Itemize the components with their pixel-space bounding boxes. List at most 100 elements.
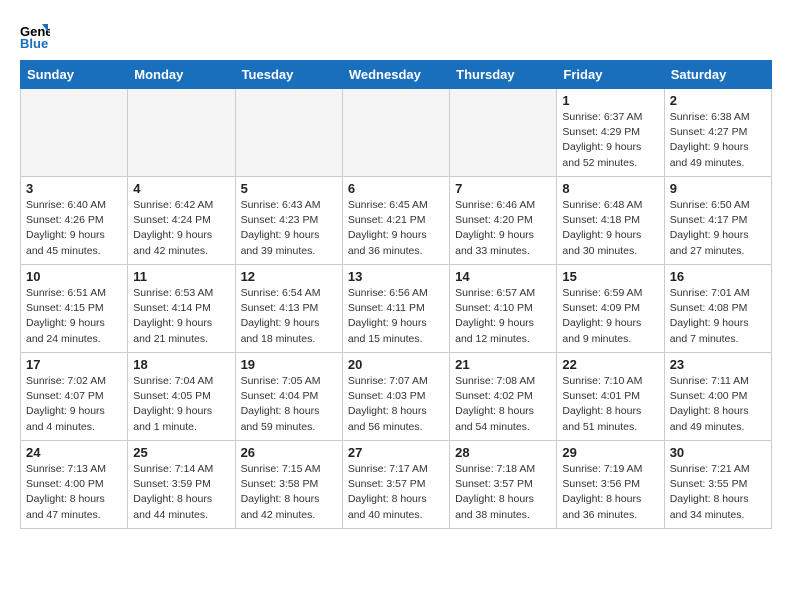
day-number: 13 <box>348 269 444 284</box>
weekday-header-row: SundayMondayTuesdayWednesdayThursdayFrid… <box>21 61 772 89</box>
day-number: 11 <box>133 269 229 284</box>
page-header: General Blue <box>20 20 772 50</box>
day-number: 12 <box>241 269 337 284</box>
calendar-cell: 28 Sunrise: 7:18 AM Sunset: 3:57 PM Dayli… <box>450 441 557 529</box>
calendar-cell: 4 Sunrise: 6:42 AM Sunset: 4:24 PM Daylig… <box>128 177 235 265</box>
calendar-cell: 21 Sunrise: 7:08 AM Sunset: 4:02 PM Dayli… <box>450 353 557 441</box>
day-number: 30 <box>670 445 766 460</box>
day-number: 25 <box>133 445 229 460</box>
day-info: Sunrise: 7:15 AM Sunset: 3:58 PM Dayligh… <box>241 462 337 523</box>
day-info: Sunrise: 6:40 AM Sunset: 4:26 PM Dayligh… <box>26 198 122 259</box>
day-number: 9 <box>670 181 766 196</box>
calendar-cell: 7Sunrise: 6:46 AM Sunset: 4:20 PM Daylig… <box>450 177 557 265</box>
day-number: 10 <box>26 269 122 284</box>
day-info: Sunrise: 6:56 AM Sunset: 4:11 PM Dayligh… <box>348 286 444 347</box>
day-info: Sunrise: 7:04 AM Sunset: 4:05 PM Dayligh… <box>133 374 229 435</box>
weekday-header-tuesday: Tuesday <box>235 61 342 89</box>
day-info: Sunrise: 7:18 AM Sunset: 3:57 PM Dayligh… <box>455 462 551 523</box>
logo-icon: General Blue <box>20 20 50 50</box>
day-info: Sunrise: 6:38 AM Sunset: 4:27 PM Dayligh… <box>670 110 766 171</box>
weekday-header-monday: Monday <box>128 61 235 89</box>
calendar-cell: 30 Sunrise: 7:21 AM Sunset: 3:55 PM Dayli… <box>664 441 771 529</box>
day-info: Sunrise: 7:19 AM Sunset: 3:56 PM Dayligh… <box>562 462 658 523</box>
calendar-cell: 24 Sunrise: 7:13 AM Sunset: 4:00 PM Dayli… <box>21 441 128 529</box>
day-number: 20 <box>348 357 444 372</box>
day-info: Sunrise: 6:42 AM Sunset: 4:24 PM Dayligh… <box>133 198 229 259</box>
day-number: 15 <box>562 269 658 284</box>
day-info: Sunrise: 7:01 AM Sunset: 4:08 PM Dayligh… <box>670 286 766 347</box>
calendar-week-row: 24 Sunrise: 7:13 AM Sunset: 4:00 PM Dayli… <box>21 441 772 529</box>
calendar-cell <box>21 89 128 177</box>
day-info: Sunrise: 7:14 AM Sunset: 3:59 PM Dayligh… <box>133 462 229 523</box>
calendar-week-row: 10 Sunrise: 6:51 AM Sunset: 4:15 PM Dayli… <box>21 265 772 353</box>
day-number: 23 <box>670 357 766 372</box>
day-number: 21 <box>455 357 551 372</box>
day-number: 3 <box>26 181 122 196</box>
calendar-cell: 10 Sunrise: 6:51 AM Sunset: 4:15 PM Dayli… <box>21 265 128 353</box>
calendar-week-row: 17Sunrise: 7:02 AM Sunset: 4:07 PM Dayli… <box>21 353 772 441</box>
day-info: Sunrise: 7:08 AM Sunset: 4:02 PM Dayligh… <box>455 374 551 435</box>
day-number: 16 <box>670 269 766 284</box>
svg-text:Blue: Blue <box>20 36 48 50</box>
day-info: Sunrise: 7:07 AM Sunset: 4:03 PM Dayligh… <box>348 374 444 435</box>
calendar-cell: 3 Sunrise: 6:40 AM Sunset: 4:26 PM Daylig… <box>21 177 128 265</box>
day-info: Sunrise: 6:51 AM Sunset: 4:15 PM Dayligh… <box>26 286 122 347</box>
day-info: Sunrise: 7:21 AM Sunset: 3:55 PM Dayligh… <box>670 462 766 523</box>
calendar-cell: 11 Sunrise: 6:53 AM Sunset: 4:14 PM Dayli… <box>128 265 235 353</box>
day-info: Sunrise: 6:50 AM Sunset: 4:17 PM Dayligh… <box>670 198 766 259</box>
day-number: 5 <box>241 181 337 196</box>
calendar-cell: 12 Sunrise: 6:54 AM Sunset: 4:13 PM Dayli… <box>235 265 342 353</box>
day-info: Sunrise: 6:37 AM Sunset: 4:29 PM Dayligh… <box>562 110 658 171</box>
calendar-cell: 26 Sunrise: 7:15 AM Sunset: 3:58 PM Dayli… <box>235 441 342 529</box>
logo: General Blue <box>20 20 54 50</box>
day-number: 1 <box>562 93 658 108</box>
calendar-cell: 2Sunrise: 6:38 AM Sunset: 4:27 PM Daylig… <box>664 89 771 177</box>
weekday-header-sunday: Sunday <box>21 61 128 89</box>
weekday-header-friday: Friday <box>557 61 664 89</box>
day-info: Sunrise: 7:13 AM Sunset: 4:00 PM Dayligh… <box>26 462 122 523</box>
weekday-header-thursday: Thursday <box>450 61 557 89</box>
day-number: 7 <box>455 181 551 196</box>
day-number: 4 <box>133 181 229 196</box>
calendar-cell <box>450 89 557 177</box>
calendar-week-row: 3 Sunrise: 6:40 AM Sunset: 4:26 PM Daylig… <box>21 177 772 265</box>
calendar-cell: 20 Sunrise: 7:07 AM Sunset: 4:03 PM Dayli… <box>342 353 449 441</box>
day-info: Sunrise: 6:59 AM Sunset: 4:09 PM Dayligh… <box>562 286 658 347</box>
day-number: 19 <box>241 357 337 372</box>
day-info: Sunrise: 6:43 AM Sunset: 4:23 PM Dayligh… <box>241 198 337 259</box>
day-number: 6 <box>348 181 444 196</box>
day-number: 26 <box>241 445 337 460</box>
day-number: 22 <box>562 357 658 372</box>
day-number: 18 <box>133 357 229 372</box>
day-number: 24 <box>26 445 122 460</box>
calendar-cell <box>235 89 342 177</box>
calendar-cell: 25 Sunrise: 7:14 AM Sunset: 3:59 PM Dayli… <box>128 441 235 529</box>
calendar-cell: 17Sunrise: 7:02 AM Sunset: 4:07 PM Dayli… <box>21 353 128 441</box>
calendar-cell: 5 Sunrise: 6:43 AM Sunset: 4:23 PM Daylig… <box>235 177 342 265</box>
calendar-cell: 19 Sunrise: 7:05 AM Sunset: 4:04 PM Dayli… <box>235 353 342 441</box>
calendar-cell: 22Sunrise: 7:10 AM Sunset: 4:01 PM Dayli… <box>557 353 664 441</box>
calendar-cell: 8 Sunrise: 6:48 AM Sunset: 4:18 PM Daylig… <box>557 177 664 265</box>
calendar-cell: 6 Sunrise: 6:45 AM Sunset: 4:21 PM Daylig… <box>342 177 449 265</box>
day-number: 8 <box>562 181 658 196</box>
day-info: Sunrise: 6:54 AM Sunset: 4:13 PM Dayligh… <box>241 286 337 347</box>
calendar-cell: 27 Sunrise: 7:17 AM Sunset: 3:57 PM Dayli… <box>342 441 449 529</box>
day-number: 28 <box>455 445 551 460</box>
calendar-cell: 13 Sunrise: 6:56 AM Sunset: 4:11 PM Dayli… <box>342 265 449 353</box>
day-number: 27 <box>348 445 444 460</box>
day-info: Sunrise: 6:45 AM Sunset: 4:21 PM Dayligh… <box>348 198 444 259</box>
day-info: Sunrise: 7:17 AM Sunset: 3:57 PM Dayligh… <box>348 462 444 523</box>
day-info: Sunrise: 7:02 AM Sunset: 4:07 PM Dayligh… <box>26 374 122 435</box>
calendar-cell: 29 Sunrise: 7:19 AM Sunset: 3:56 PM Dayli… <box>557 441 664 529</box>
calendar-cell <box>342 89 449 177</box>
calendar-cell: 16 Sunrise: 7:01 AM Sunset: 4:08 PM Dayli… <box>664 265 771 353</box>
day-info: Sunrise: 6:48 AM Sunset: 4:18 PM Dayligh… <box>562 198 658 259</box>
calendar-cell <box>128 89 235 177</box>
day-info: Sunrise: 6:53 AM Sunset: 4:14 PM Dayligh… <box>133 286 229 347</box>
calendar-cell: 15 Sunrise: 6:59 AM Sunset: 4:09 PM Dayli… <box>557 265 664 353</box>
day-info: Sunrise: 7:11 AM Sunset: 4:00 PM Dayligh… <box>670 374 766 435</box>
day-number: 29 <box>562 445 658 460</box>
day-info: Sunrise: 7:05 AM Sunset: 4:04 PM Dayligh… <box>241 374 337 435</box>
weekday-header-wednesday: Wednesday <box>342 61 449 89</box>
calendar-cell: 9 Sunrise: 6:50 AM Sunset: 4:17 PM Daylig… <box>664 177 771 265</box>
